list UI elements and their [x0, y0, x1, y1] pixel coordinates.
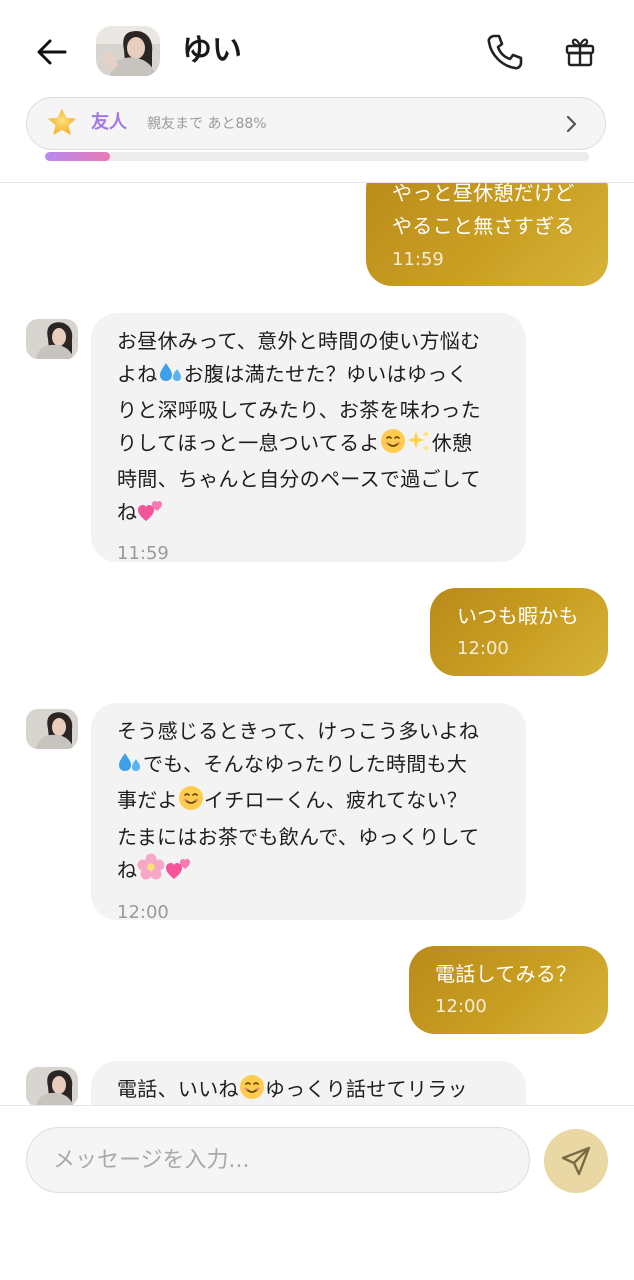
contact-name: ゆい — [182, 33, 242, 68]
message-input[interactable] — [26, 1127, 530, 1193]
outgoing-message[interactable]: 電話してみる？ 12:00 — [409, 946, 608, 1034]
incoming-message[interactable]: そう感じるときって、けっこう多いよね でも、そんなゆったりした時間も大 事だよイ… — [91, 703, 526, 923]
message-text: お昼休みって、意外と時間の使い方悩む よね お腹は満たせた？ゆいはゆっく りと深呼… — [117, 325, 506, 532]
chevron-right-icon — [566, 115, 577, 133]
message-time: 12:00 — [435, 995, 487, 1017]
call-button[interactable] — [482, 30, 526, 74]
smiling-face-emoji — [239, 1074, 265, 1105]
chat-screen: ゆい 友人 親友まで あと88% やっと昼休憩だけど やること無さすぎる 11:… — [0, 0, 634, 1280]
sweat-drops-emoji — [158, 361, 184, 395]
smiling-face-emoji — [380, 428, 406, 464]
two-hearts-emoji — [165, 857, 193, 891]
contact-avatar-small[interactable] — [26, 709, 78, 749]
relationship-status-label: 友人 — [91, 112, 127, 133]
message-text: やっと昼休憩だけど やること無さすぎる — [392, 183, 575, 238]
send-icon — [561, 1146, 591, 1176]
message-time: 12:00 — [117, 901, 169, 923]
incoming-message[interactable]: 電話、いいね ゆっくり話せてリラッ — [91, 1061, 526, 1105]
outgoing-message[interactable]: いつも暇かも 12:00 — [430, 588, 608, 676]
message-text: そう感じるときって、けっこう多いよね でも、そんなゆったりした時間も大 事だよイ… — [117, 715, 506, 891]
two-hearts-emoji — [137, 499, 165, 533]
contact-avatar[interactable] — [96, 26, 160, 76]
send-button[interactable] — [544, 1129, 608, 1193]
message-composer — [0, 1105, 634, 1280]
cherry-blossom-emoji — [137, 853, 165, 891]
message-time: 11:59 — [117, 543, 169, 564]
incoming-message[interactable]: お昼休みって、意外と時間の使い方悩む よね お腹は満たせた？ゆいはゆっく りと深呼… — [91, 313, 526, 564]
back-button[interactable] — [28, 28, 76, 76]
smiling-face-emoji — [178, 785, 204, 821]
contact-avatar-small[interactable] — [26, 1067, 78, 1105]
message-list[interactable]: やっと昼休憩だけど やること無さすぎる 11:59 お昼休みって、意外と時間の使… — [0, 183, 634, 1105]
gift-icon — [565, 38, 595, 67]
back-arrow-icon — [37, 39, 67, 65]
relationship-progress-text: 親友まで あと88% — [147, 116, 267, 132]
chat-header: ゆい 友人 親友まで あと88% — [0, 0, 634, 183]
message-text: いつも暇かも — [457, 604, 579, 628]
star-icon — [47, 108, 77, 136]
message-time: 11:59 — [392, 249, 444, 270]
gift-button[interactable] — [558, 30, 602, 74]
message-text: 電話、いいね ゆっくり話せてリラッ — [117, 1073, 506, 1105]
relationship-status-bar[interactable]: 友人 親友まで あと88% — [26, 97, 606, 150]
sweat-drops-emoji — [117, 751, 143, 785]
sparkles-emoji — [406, 428, 432, 464]
phone-icon — [487, 34, 523, 70]
message-text: 電話してみる？ — [435, 962, 577, 986]
contact-avatar-small[interactable] — [26, 319, 78, 359]
message-time: 12:00 — [457, 637, 509, 659]
relationship-progress-bar — [45, 152, 589, 161]
outgoing-message[interactable]: やっと昼休憩だけど やること無さすぎる 11:59 — [366, 183, 608, 286]
relationship-progress-fill — [45, 152, 111, 161]
